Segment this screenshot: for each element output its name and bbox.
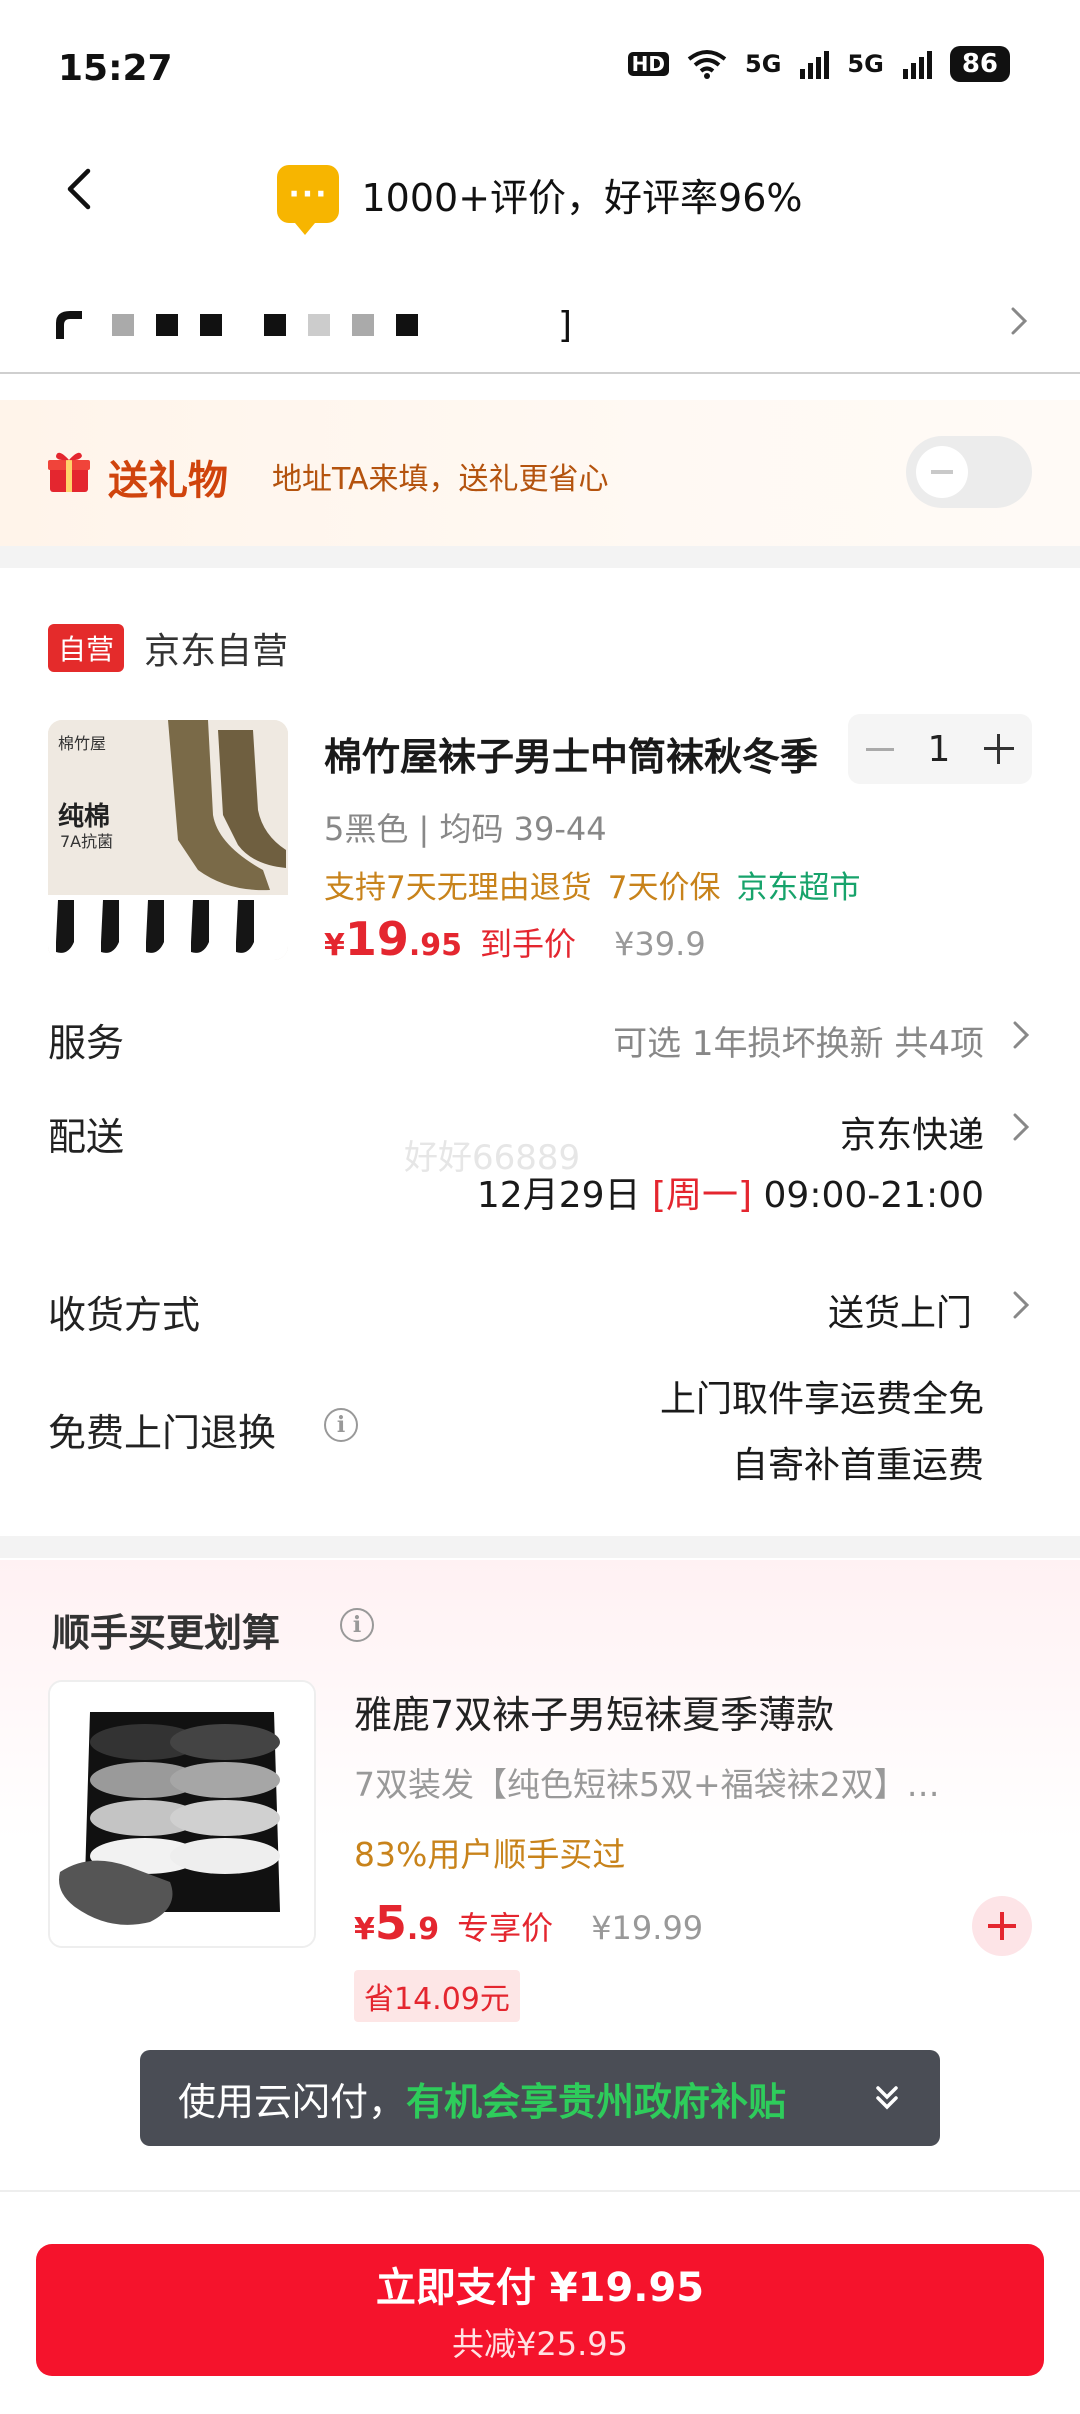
delivery-time[interactable]: 12月29日 [周一] 09:00-21:00 [477, 1166, 984, 1218]
section-divider [0, 546, 1080, 568]
bundle-product-image[interactable] [48, 1680, 316, 1948]
pay-now-button[interactable]: 立即支付 ¥19.95 共减¥25.95 [36, 2244, 1044, 2376]
location-icon [56, 311, 82, 339]
free-return-label: 免费上门退换 [48, 1411, 277, 1455]
service-label: 服务 [48, 1021, 125, 1065]
service-value[interactable]: 可选 1年损坏换新 共4项 [613, 1016, 984, 1065]
quantity-plus-button[interactable] [984, 734, 1014, 764]
product-image-brand: 棉竹屋 [58, 734, 107, 753]
chevron-right-icon[interactable] [1010, 1018, 1032, 1052]
add-bundle-plus-icon[interactable] [972, 1896, 1032, 1956]
product-spec[interactable]: 5黑色 | 均码 39-44 [324, 804, 607, 850]
toast-lead: 使用云闪付， [178, 2079, 407, 2124]
battery-indicator: 86 [949, 46, 1010, 82]
quantity-value[interactable]: 1 [928, 729, 951, 770]
delivery-window: 09:00-21:00 [763, 1175, 984, 1216]
delivery-label: 配送 [48, 1115, 125, 1159]
product-image[interactable]: 棉竹屋 纯棉 7A抗菌 [48, 720, 288, 960]
review-summary[interactable]: ··· 1000+评价，好评率96% [0, 165, 1080, 235]
ankle-socks-illustration [50, 1682, 314, 1946]
signal-bars-icon [800, 51, 830, 79]
gift-toggle[interactable] [906, 436, 1032, 508]
unionpay-promo-toast[interactable]: 使用云闪付， 有机会享贵州政府补贴 [140, 2050, 940, 2146]
status-icons: HD 5G 5G 86 [627, 46, 1010, 82]
delivery-carrier[interactable]: 京东快递 [840, 1106, 984, 1158]
message-bubble-icon: ··· [277, 165, 340, 235]
original-price: ¥39.9 [614, 925, 706, 963]
hd-indicator: HD [627, 52, 669, 76]
bundle-original-price: ¥19.99 [591, 1909, 704, 1947]
signal-5g-a: 5G [745, 50, 782, 78]
quantity-minus-button[interactable] [866, 747, 894, 751]
pay-now-label: 立即支付 ¥19.95 [375, 2265, 705, 2311]
toggle-knob [916, 446, 968, 498]
toast-highlight: 有机会享贵州政府补贴 [406, 2079, 787, 2124]
info-icon[interactable]: i [324, 1408, 358, 1442]
free-return-line2: 自寄补首重运费 [731, 1445, 984, 1486]
bundle-title: 顺手买更划算 [52, 1611, 281, 1655]
quantity-stepper: 1 [848, 714, 1032, 784]
product-price: ¥19.95 [324, 912, 463, 966]
status-time: 15:27 [58, 48, 173, 89]
receive-method-label: 收货方式 [48, 1293, 201, 1337]
bundle-price: ¥5.9 [354, 1896, 440, 1950]
bundle-save-badge: 省14.09元 [354, 1970, 520, 2022]
bundle-bought-rate: 83%用户顺手买过 [354, 1835, 626, 1874]
address-text-redacted [112, 314, 418, 336]
chevron-right-icon[interactable] [1008, 304, 1030, 338]
gift-icon [48, 452, 90, 492]
review-summary-text: 1000+评价，好评率96% [361, 175, 803, 220]
bundle-product-name[interactable]: 雅鹿7双袜子男短袜夏季薄款 [354, 1684, 834, 1739]
signal-bars-icon [902, 51, 932, 79]
wifi-icon [687, 50, 727, 79]
shop-name[interactable]: 京东自营 [144, 622, 288, 674]
delivery-weekday: [周一] [651, 1175, 753, 1216]
final-price-label: 到手价 [480, 925, 577, 963]
self-operated-badge: 自营 [48, 624, 125, 672]
info-icon[interactable]: i [340, 1608, 374, 1642]
chevron-double-down-icon[interactable] [870, 2080, 904, 2114]
delivery-date: 12月29日 [476, 1175, 641, 1216]
bundle-price-label: 专享价 [457, 1909, 554, 1947]
product-title[interactable]: 棉竹屋袜子男士中筒袜秋冬季 [324, 726, 824, 781]
bundle-product-desc: 7双装发【纯色短袜5双+福袋袜2双】… [354, 1765, 940, 1804]
free-return-line1: 上门取件享运费全免 [659, 1379, 984, 1420]
gift-title: 送礼物 [108, 458, 228, 504]
signal-5g-b: 5G [847, 50, 884, 78]
chevron-right-icon[interactable] [1010, 1110, 1032, 1144]
product-tags: 支持7天无理由退货 7天价保 京东超市 [324, 862, 860, 907]
chevron-right-icon[interactable] [1010, 1288, 1032, 1322]
total-discount-label: 共减¥25.95 [452, 2325, 628, 2363]
receive-method-value[interactable]: 送货上门 [828, 1284, 972, 1336]
supermarket-tag: 京东超市 [736, 870, 861, 906]
price-protect-tag: 7天价保 [607, 870, 721, 906]
address-row[interactable]: ] [50, 290, 1030, 360]
divider [0, 372, 1080, 374]
product-image-sublabel: 7A抗菌 [60, 832, 114, 851]
return-policy-tag: 支持7天无理由退货 [324, 870, 592, 906]
section-divider [0, 1536, 1080, 1558]
product-price-row: ¥19.95 到手价 ¥39.9 [324, 912, 706, 966]
bundle-price-row: ¥5.9 专享价 ¥19.99 [354, 1896, 703, 1950]
address-bracket: ] [558, 304, 573, 346]
gift-desc: 地址TA来填，送礼更省心 [272, 462, 609, 497]
